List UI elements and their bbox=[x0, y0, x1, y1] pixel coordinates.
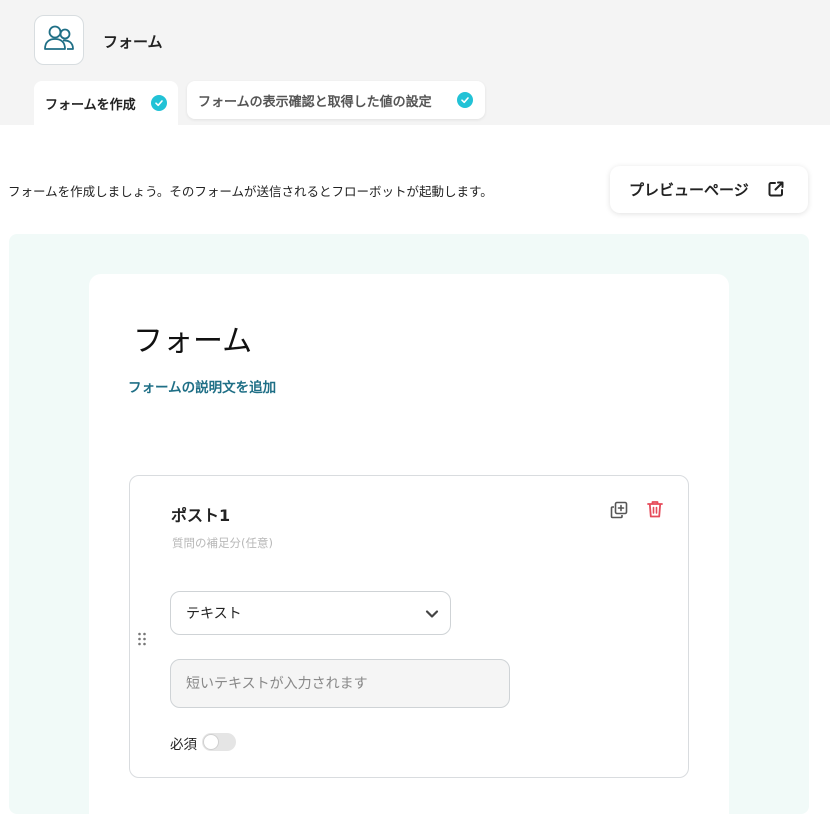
form-title[interactable]: フォーム bbox=[133, 316, 252, 360]
chevron-down-icon bbox=[425, 607, 439, 625]
add-description-link[interactable]: フォームの説明文を追加 bbox=[128, 376, 276, 396]
external-link-icon bbox=[767, 180, 785, 202]
question-title[interactable]: ポスト1 bbox=[171, 502, 230, 526]
toggle-knob bbox=[203, 734, 219, 750]
required-toggle[interactable] bbox=[202, 733, 236, 751]
trash-icon[interactable] bbox=[645, 499, 665, 519]
check-icon bbox=[151, 95, 167, 111]
preview-button-label: プレビューページ bbox=[629, 181, 749, 199]
tab-display-settings[interactable]: フォームの表示確認と取得した値の設定 bbox=[187, 81, 485, 119]
question-subtitle[interactable]: 質問の補足分(任意) bbox=[172, 535, 273, 551]
drag-handle-icon[interactable] bbox=[137, 631, 147, 647]
app-title: フォーム bbox=[103, 33, 163, 51]
tab-create-form[interactable]: フォームを作成 bbox=[34, 81, 178, 125]
required-label: 必須 bbox=[170, 737, 197, 753]
tab-label: フォームを作成 bbox=[45, 97, 136, 113]
tab-label: フォームの表示確認と取得した値の設定 bbox=[198, 94, 432, 110]
preview-page-button[interactable]: プレビューページ bbox=[610, 166, 808, 213]
duplicate-icon[interactable] bbox=[609, 500, 629, 520]
question-type-value: テキスト bbox=[186, 606, 242, 622]
check-icon bbox=[457, 92, 473, 108]
app-icon-box bbox=[34, 15, 84, 65]
question-type-select[interactable]: テキスト bbox=[170, 591, 451, 635]
short-text-answer-input[interactable] bbox=[170, 659, 510, 708]
intro-text: フォームを作成しましょう。そのフォームが送信されるとフローボットが起動します。 bbox=[8, 184, 493, 199]
users-icon bbox=[43, 24, 75, 56]
